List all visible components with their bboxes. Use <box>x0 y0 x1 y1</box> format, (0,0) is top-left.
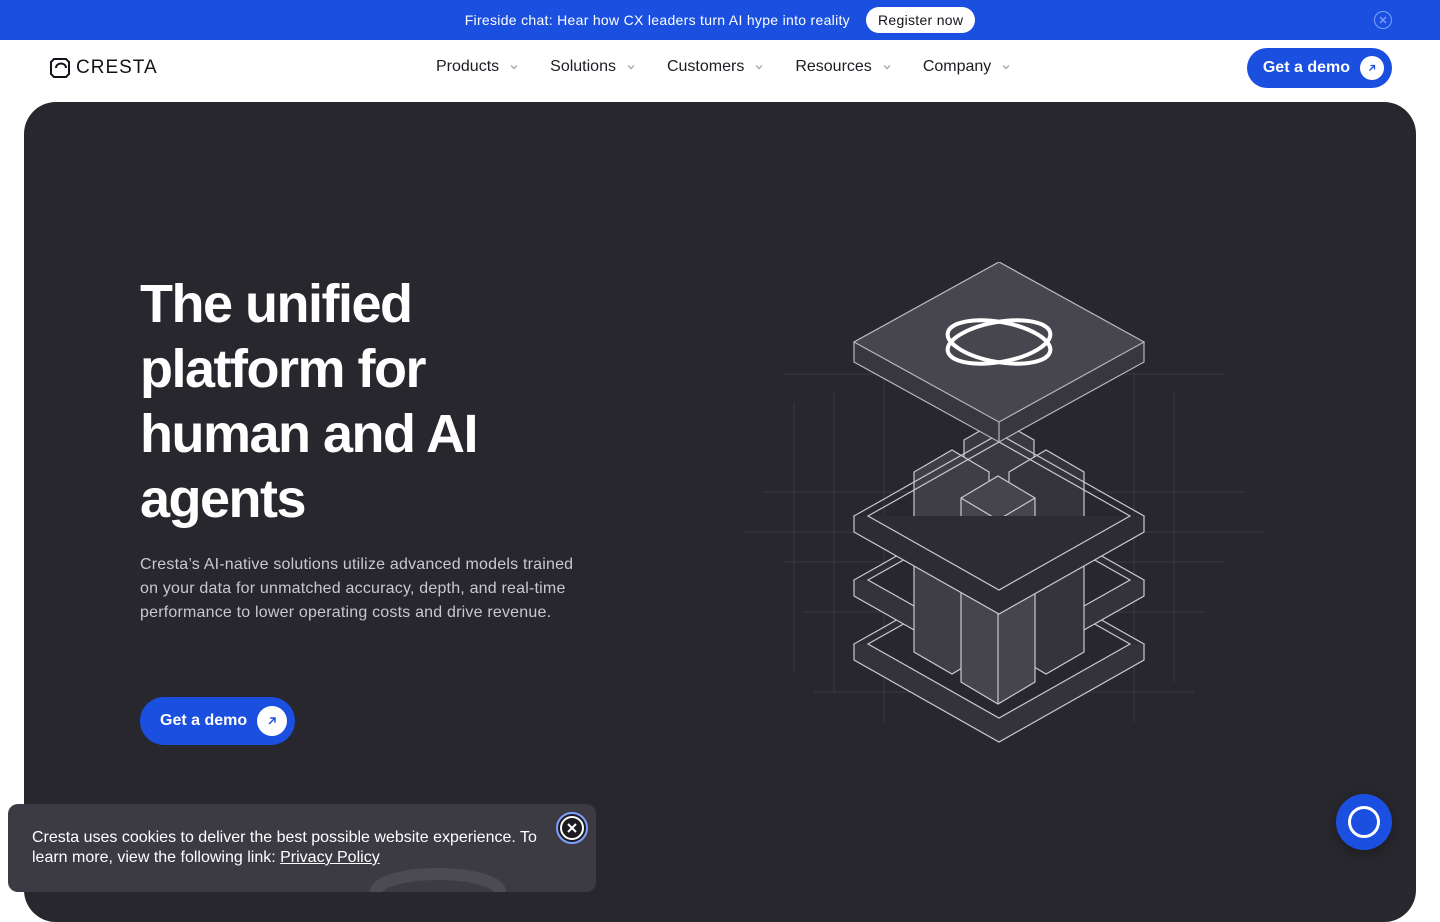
cookie-message: Cresta uses cookies to deliver the best … <box>32 828 552 868</box>
announcement-bar: Fireside chat: Hear how CX leaders turn … <box>0 0 1440 40</box>
nav-item-solutions[interactable]: Solutions <box>550 58 636 76</box>
hero-section: The unified platform for human and AI ag… <box>24 102 1416 922</box>
close-icon <box>1379 16 1387 24</box>
cresta-logo-icon <box>50 58 70 78</box>
announcement-close-button[interactable] <box>1374 11 1392 29</box>
close-icon <box>560 816 584 840</box>
cookie-banner: Cresta uses cookies to deliver the best … <box>8 804 596 892</box>
hero-title: The unified platform for human and AI ag… <box>140 274 479 529</box>
nav-item-company[interactable]: Company <box>923 58 1011 76</box>
chevron-down-icon <box>510 65 518 70</box>
chat-launcher-button[interactable] <box>1336 794 1392 850</box>
chevron-down-icon <box>627 65 635 70</box>
header-cta-label: Get a demo <box>1262 59 1350 76</box>
cookie-watermark-logo <box>370 868 506 892</box>
nav-item-resources[interactable]: Resources <box>795 58 891 76</box>
platform-cube-illustration <box>744 262 1264 743</box>
cookie-close-button[interactable] <box>556 812 588 844</box>
nav-item-label: Solutions <box>550 58 616 75</box>
arrow-up-right-icon <box>1360 56 1384 80</box>
chevron-down-icon <box>1002 65 1010 70</box>
main-nav: Products Solutions Customers Resources C… <box>436 58 1042 76</box>
hero-get-demo-button[interactable]: Get a demo <box>140 697 296 745</box>
nav-item-customers[interactable]: Customers <box>667 58 764 76</box>
logo-text: CRESTA <box>76 57 158 78</box>
nav-item-label: Customers <box>666 58 745 75</box>
hero-cta-label: Get a demo <box>160 712 248 729</box>
register-now-button[interactable]: Register now <box>865 7 976 33</box>
nav-item-label: Company <box>922 58 992 75</box>
cresta-logo[interactable]: CRESTA <box>48 56 158 80</box>
hero-description: Cresta’s AI-native solutions utilize adv… <box>140 556 574 621</box>
nav-item-label: Products <box>436 58 500 75</box>
chevron-down-icon <box>755 65 763 70</box>
chat-icon <box>1348 806 1380 838</box>
site-header: CRESTA Products Solutions Customers Reso… <box>0 40 1440 102</box>
chevron-down-icon <box>883 65 891 70</box>
header-get-demo-button[interactable]: Get a demo <box>1246 48 1392 88</box>
announcement-text: Fireside chat: Hear how CX leaders turn … <box>464 12 850 28</box>
nav-item-products[interactable]: Products <box>436 58 519 76</box>
arrow-up-right-icon <box>257 706 288 736</box>
privacy-policy-link[interactable]: Privacy Policy <box>280 849 380 866</box>
nav-item-label: Resources <box>795 58 872 75</box>
